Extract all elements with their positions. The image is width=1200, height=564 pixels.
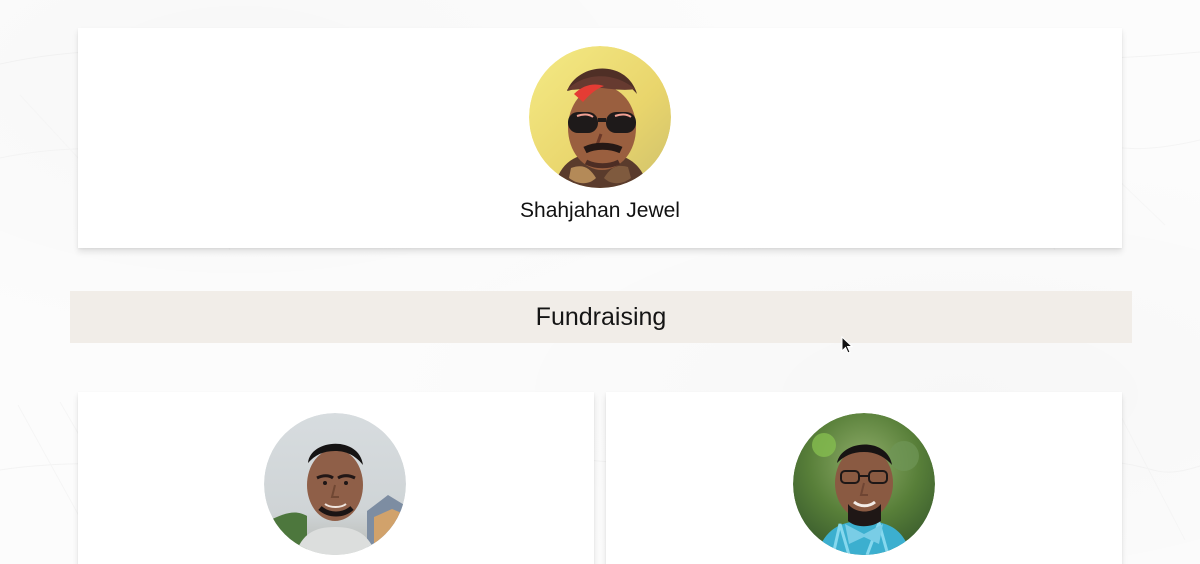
- member-avatar-icon: [529, 46, 671, 188]
- team-member-card: [606, 392, 1122, 564]
- member-avatar-icon: [264, 413, 406, 555]
- team-member-photo-icon: [793, 413, 935, 555]
- section-heading-band: Fundraising: [70, 291, 1132, 343]
- member-avatar-icon: [793, 413, 935, 555]
- section-title: Fundraising: [535, 303, 667, 331]
- featured-member-card: Shahjahan Jewel: [78, 28, 1122, 248]
- team-page: Shahjahan Jewel Fundraising: [0, 0, 1200, 564]
- team-member-photo-icon: [264, 413, 406, 555]
- featured-member-name: Shahjahan Jewel: [520, 199, 680, 222]
- featured-member-photo-icon: [529, 46, 671, 188]
- mouse-pointer-icon: [841, 336, 853, 354]
- team-member-card: [78, 392, 594, 564]
